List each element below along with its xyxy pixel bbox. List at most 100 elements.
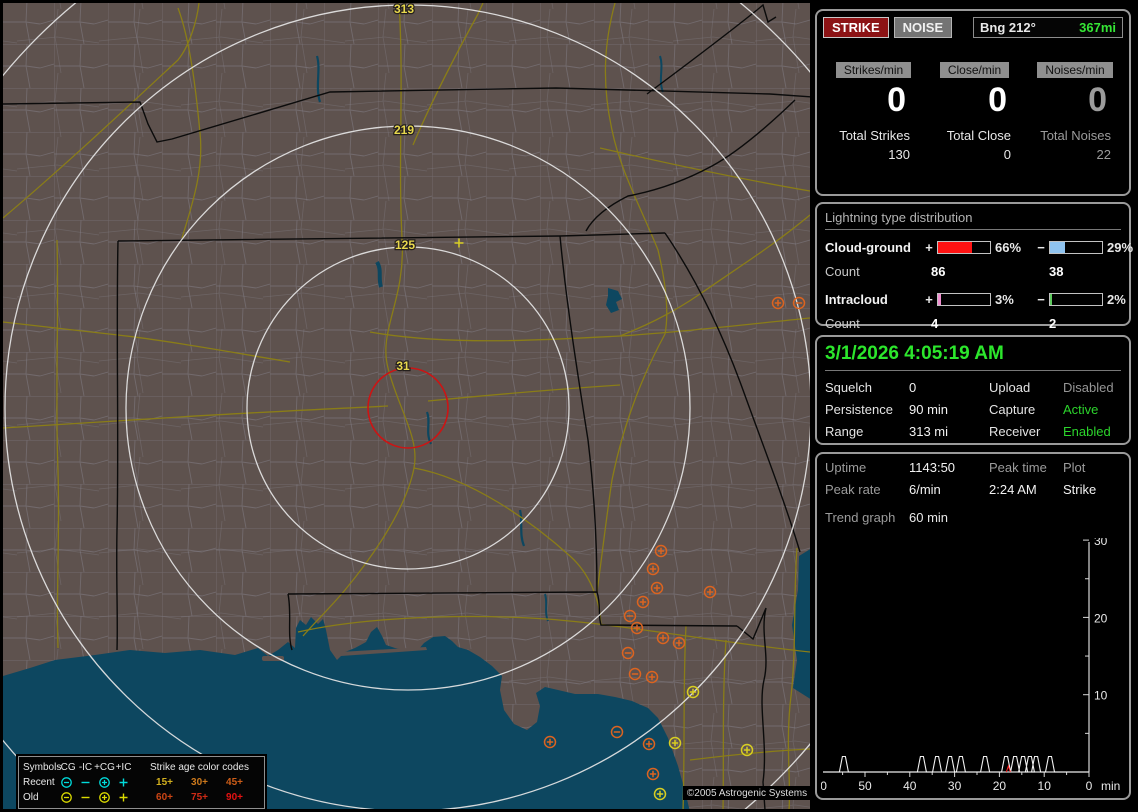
ic-minus-bar [1049, 293, 1103, 306]
total-noises-value: 22 [1096, 147, 1111, 163]
ic-plus-pct: 3% [995, 292, 1014, 307]
trend-graph: 60 50 40 30 20 10 0 min 10 20 30 [821, 538, 1120, 793]
legend-old-label: Old [23, 792, 39, 803]
age-15: 15+ [156, 777, 173, 788]
svg-text:30: 30 [948, 779, 962, 793]
legend-col-pos-cg: +CG [94, 762, 115, 773]
noises-per-min-label: Noises/min [1037, 62, 1113, 78]
stats-trend-panel: Uptime 1143:50 Peak time Plot Peak rate … [815, 452, 1131, 800]
svg-text:50: 50 [858, 779, 872, 793]
range-value: 313 mi [909, 424, 949, 439]
circle-plus-icon [95, 791, 114, 804]
distribution-header: Lightning type distribution [825, 210, 1121, 230]
cg-minus-count: 38 [1049, 264, 1064, 279]
minus-sign: − [1037, 240, 1045, 255]
receiver-label: Receiver [989, 424, 1041, 439]
intracloud-label: Intracloud [825, 292, 888, 307]
cg-minus-bar [1049, 241, 1103, 254]
total-strikes-value: 130 [888, 147, 910, 163]
squelch-label: Squelch [825, 380, 872, 395]
svg-text:40: 40 [903, 779, 917, 793]
peak-time-value: 2:24 AM [989, 482, 1037, 497]
copyright: ©2005 Astrogenic Systems [683, 786, 811, 800]
circle-minus-icon [57, 791, 76, 804]
ic-minus-count: 2 [1049, 316, 1057, 331]
count-label: Count [825, 316, 860, 331]
capture-label: Capture [989, 402, 1036, 417]
age-60: 60+ [156, 792, 173, 803]
cg-plus-bar [937, 241, 991, 254]
cloud-ground-label: Cloud-ground [825, 240, 911, 255]
total-noises-label: Total Noises [1040, 128, 1111, 144]
trend-window-value: 60 min [909, 510, 949, 525]
persistence-label: Persistence [825, 402, 893, 417]
plot-value: Strike [1063, 482, 1097, 497]
bearing-value: Bng 212° [980, 20, 1036, 35]
plus-sign: + [925, 240, 933, 255]
strike-toggle-button[interactable]: STRIKE [823, 17, 889, 38]
uptime-value: 1143:50 [909, 460, 956, 475]
circle-plus-icon [95, 776, 114, 789]
symbol-legend: Symbols -CG -IC +CG +IC Strike age color… [18, 756, 265, 809]
squelch-value: 0 [909, 380, 917, 395]
noise-toggle-button[interactable]: NOISE [893, 17, 953, 38]
svg-text:31: 31 [396, 359, 410, 373]
bearing-range-value: 367mi [1079, 20, 1116, 35]
svg-text:60: 60 [821, 779, 827, 793]
distribution-panel: Lightning type distribution Cloud-ground… [815, 202, 1134, 331]
ic-minus-pct: 2% [1107, 292, 1126, 307]
svg-text:min: min [1101, 779, 1120, 793]
age-75: 75+ [191, 792, 208, 803]
status-panel: 3/1/2026 4:05:19 AM Squelch 0 Upload Dis… [815, 335, 1131, 445]
total-close-value: 0 [1003, 147, 1011, 163]
cg-plus-count: 86 [931, 264, 946, 279]
plus-icon [114, 776, 133, 789]
close-per-min-value: 0 [988, 81, 1007, 119]
legend-col-neg-ic: -IC [78, 762, 93, 773]
legend-col-pos-ic: +IC [115, 762, 132, 773]
minus-sign: − [1037, 292, 1045, 307]
plus-icon [114, 791, 133, 804]
strikes-per-min-label: Strikes/min [835, 62, 912, 78]
minus-icon [76, 791, 95, 804]
trend-graph-label: Trend graph [825, 510, 896, 525]
datetime-display: 3/1/2026 4:05:19 AM [825, 343, 1121, 371]
uptime-label: Uptime [825, 460, 867, 475]
noises-per-min-value: 0 [1088, 81, 1107, 119]
svg-text:20: 20 [993, 779, 1007, 793]
counters-panel: STRIKE NOISE Bng 212° 367mi Strikes/min … [815, 9, 1131, 196]
bearing-display: Bng 212° 367mi [973, 17, 1123, 38]
legend-age-header: Strike age color codes [150, 762, 249, 773]
app-window: 313 219 125 31 Symbols -CG -IC +CG +IC Stri… [0, 0, 1138, 812]
legend-recent-label: Recent [23, 777, 55, 788]
cg-plus-pct: 66% [995, 240, 1022, 255]
svg-text:10: 10 [1038, 779, 1052, 793]
cg-minus-pct: 29% [1107, 240, 1134, 255]
svg-text:10: 10 [1094, 689, 1108, 703]
range-label: Range [825, 424, 864, 439]
total-close-label: Total Close [946, 128, 1011, 144]
minus-icon [76, 776, 95, 789]
legend-symbols-label: Symbols [23, 762, 62, 773]
lightning-map[interactable]: 313 219 125 31 [0, 0, 812, 812]
peak-rate-value: 6/min [909, 482, 941, 497]
count-label: Count [825, 264, 860, 279]
circle-minus-icon [57, 776, 76, 789]
age-90: 90+ [226, 792, 243, 803]
capture-status: Active [1063, 402, 1099, 417]
svg-text:219: 219 [394, 123, 414, 137]
receiver-status: Enabled [1063, 424, 1111, 439]
persistence-value: 90 min [909, 402, 949, 417]
upload-label: Upload [989, 380, 1031, 395]
peak-time-label: Peak time [989, 460, 1047, 475]
plot-label: Plot [1063, 460, 1086, 475]
close-per-min-label: Close/min [939, 62, 1010, 78]
svg-text:313: 313 [394, 2, 414, 16]
age-30: 30+ [191, 777, 208, 788]
ic-plus-count: 4 [931, 316, 939, 331]
legend-col-neg-cg: -CG [57, 762, 76, 773]
age-45: 45+ [226, 777, 243, 788]
svg-text:125: 125 [395, 238, 415, 252]
plus-sign: + [925, 292, 933, 307]
strikes-per-min-value: 0 [887, 81, 906, 119]
